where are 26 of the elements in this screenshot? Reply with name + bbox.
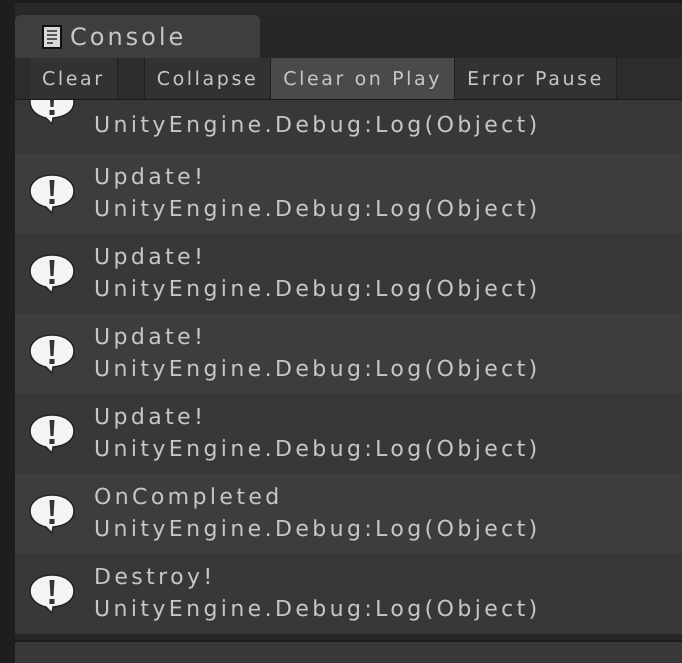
info-icon <box>28 493 76 535</box>
log-message: OnCompleted <box>94 484 284 512</box>
toolbar-button[interactable]: Clear on Play <box>271 58 456 99</box>
info-icon <box>28 573 76 615</box>
stack-trace: UnityEngine.Debug:Log(Object) <box>94 112 541 140</box>
stack-trace: UnityEngine.Debug:Log(Object) <box>94 356 541 384</box>
stack-trace: UnityEngine.Debug:Log(Object) <box>94 196 541 224</box>
info-icon <box>28 413 76 455</box>
info-icon <box>28 253 76 295</box>
log-message: Update! <box>94 404 208 432</box>
stack-trace: UnityEngine.Debug:Log(Object) <box>94 596 541 624</box>
stack-trace: UnityEngine.Debug:Log(Object) <box>94 516 541 544</box>
toolbar-button[interactable]: Clear <box>30 58 118 99</box>
log-message: Update! <box>94 164 208 192</box>
document-icon <box>42 24 62 48</box>
stack-trace: UnityEngine.Debug:Log(Object) <box>94 276 541 304</box>
toolbar-button[interactable]: Error Pause <box>455 58 617 99</box>
console-tab[interactable]: Console <box>15 15 260 58</box>
log-message: Update! <box>94 324 208 352</box>
toolbar-button[interactable]: Collapse <box>144 58 272 99</box>
log-message: Destroy! <box>94 564 217 592</box>
info-icon <box>28 173 76 215</box>
info-icon <box>28 333 76 375</box>
log-message: Update! <box>94 244 208 272</box>
stack-trace: UnityEngine.Debug:Log(Object) <box>94 436 541 464</box>
tab-title: Console <box>70 22 186 50</box>
